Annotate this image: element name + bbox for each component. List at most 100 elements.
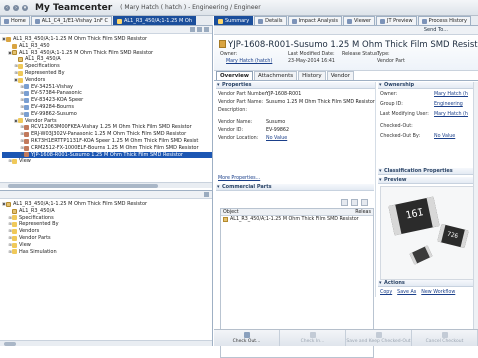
send-to-button[interactable]: Send To... (424, 27, 448, 33)
tab-process-history[interactable]: Process History (417, 16, 471, 25)
action-copy[interactable]: Copy (380, 290, 392, 295)
tab-icon (291, 18, 297, 24)
tab-jt-preview[interactable]: JT Preview (376, 16, 417, 25)
tree-node[interactable]: ▣ AL1_R3_450/A;1-1.25 M Ohm Thick Film SM… (2, 50, 212, 57)
horizontal-scrollbar[interactable] (0, 182, 212, 188)
tree-node[interactable]: ⊞ Specifications (2, 63, 212, 70)
ownership-value[interactable]: Mary Hatch (h (434, 112, 468, 117)
tree-node[interactable]: ⊞ YJP-1608-R001-Susumo 1.25 M Ohm Thick F… (2, 151, 212, 159)
action-new-workflow[interactable]: New Workflow (421, 290, 455, 295)
tree-node[interactable]: ⊞ Vendor Parts (2, 235, 212, 242)
tree-node[interactable]: ▣ AL1_R3_450/A;1-1.25 M Ohm Thick Film SM… (2, 36, 212, 43)
tree-node-label: AL1_R3_450/A (19, 207, 55, 214)
view-tab-overview[interactable]: Overview (216, 71, 253, 80)
ownership-value[interactable]: Mary Hatch (h (434, 92, 468, 97)
tree-node[interactable]: ▣ Vendors (2, 77, 212, 84)
tree-node[interactable]: ⊞ Vendors (2, 228, 212, 235)
back-icon[interactable]: ‹ (4, 4, 10, 11)
classification-heading[interactable]: Classification Properties (378, 168, 478, 175)
pane-menu-icon[interactable] (204, 192, 209, 197)
ownership-value[interactable]: No Value (434, 134, 455, 139)
ownership-value[interactable]: Engineering (434, 102, 463, 107)
bottom-button-0[interactable]: Check Out... (214, 330, 280, 346)
tree-node[interactable]: AL1_R3_450/A (2, 208, 212, 215)
tree-node-label: Represented By (19, 221, 59, 228)
scroll-thumb-bottom[interactable] (4, 342, 16, 346)
tree-node-label: EV-57384-Panasonic (31, 90, 82, 97)
tree-node-label: Has Simulation (19, 248, 57, 255)
tree-node[interactable]: ⊞ Has Simulation (2, 249, 212, 256)
tree-node[interactable]: ⊞ View (2, 242, 212, 249)
actions-heading[interactable]: Actions (378, 280, 478, 287)
tree-node[interactable]: ⊞ EV-99862-Susumo (2, 111, 212, 118)
expand-icon[interactable] (197, 27, 202, 32)
left-tab[interactable]: Home (0, 16, 30, 25)
property-label: Vendor Name: (218, 120, 253, 125)
tree-node[interactable]: ⊞ ERJ-W03J302V-Panasonic 1.25 M Ohm Thick… (2, 131, 212, 138)
bottom-button-2[interactable]: Save and Keep Checked-Out (346, 330, 412, 346)
tree-node[interactable]: ⊞ Represented By (2, 221, 212, 228)
menu-icon[interactable] (204, 27, 209, 32)
dropdown-icon[interactable]: ▾ (22, 4, 28, 11)
tree-node-label: Vendor Parts (25, 117, 57, 124)
tab-label: AL1_C4_1/E1-Vishay 1nF C (41, 18, 108, 24)
table-row[interactable]: AL1_R3_450/A;1-1.25 M Ohm Thick Film SMD… (221, 216, 373, 223)
tree-node-label: AL1_R3_450 (19, 42, 50, 49)
tree-node[interactable]: ⊞ Represented By (2, 70, 212, 77)
forward-icon[interactable]: › (13, 4, 19, 11)
left-tab[interactable]: AL1_R3_450/A;1-1.25 M Oh (112, 16, 197, 25)
structure-tree: ▣ AL1_R3_450/A;1-1.25 M Ohm Thick Film SM… (0, 34, 212, 165)
properties-heading[interactable]: Properties (216, 82, 375, 89)
bottom-button-3[interactable]: Cancel Checkout (412, 330, 478, 346)
tree-node[interactable]: AL1_R3_450 (2, 43, 212, 50)
property-value[interactable]: No Value (266, 136, 287, 141)
action-save-as[interactable]: Save As (397, 290, 416, 295)
tree-node[interactable]: ⊞ EV-34251-Vishay (2, 84, 212, 91)
button-label: Save and Keep Checked-Out (346, 339, 411, 344)
tree-node[interactable]: ▣ AL1_R3_450/A;1-1.25 M Ohm Thick Film SM… (2, 201, 212, 208)
property-label: Vendor Location: (218, 136, 259, 141)
object-title: YJP-1608-R001-Susumo 1.25 M Ohm Thick Fi… (228, 40, 478, 50)
tree-node[interactable]: AL1_R3_450/A (2, 56, 212, 63)
remove-icon[interactable] (351, 199, 358, 206)
tab-icon (347, 18, 352, 24)
column-release[interactable]: Releas (355, 209, 371, 216)
vertical-scrollbar[interactable] (473, 82, 478, 329)
add-icon[interactable] (341, 199, 348, 206)
preview-heading[interactable]: Preview (378, 177, 478, 184)
bottom-button-1[interactable]: Check In... (280, 330, 346, 346)
folder-icon (12, 222, 17, 228)
options-icon[interactable] (361, 199, 368, 206)
horizontal-scrollbar-bottom[interactable] (0, 340, 212, 346)
collapse-icon[interactable] (190, 27, 195, 32)
commercial-parts-heading[interactable]: Commercial Parts (216, 184, 374, 191)
tree-node[interactable]: ⊞ EV-83423-KOA Speer (2, 97, 212, 104)
part-icon (24, 145, 29, 151)
view-tab-vendor[interactable]: Vendor (326, 71, 355, 80)
more-properties-link[interactable]: More Properties... (218, 176, 260, 181)
tree-node[interactable]: ⊞ RCV12063M00FKEA-Vishay 1.25 M Ohm Thick… (2, 124, 212, 131)
column-object[interactable]: Object (223, 210, 239, 215)
view-tab-attachments[interactable]: Attachments (254, 71, 298, 80)
tree-node[interactable]: ▣ Vendor Parts (2, 118, 212, 125)
tree-node[interactable]: ⊞ View (2, 158, 212, 165)
tree-node[interactable]: ⊞ CRM2512-FX-1000ELF-Bourns 1.25 M Ohm Th… (2, 145, 212, 152)
folder-icon (12, 159, 17, 165)
properties-column: Properties Vendor Part Number:YJP-1608-R… (216, 82, 376, 358)
property-label: Description: (218, 108, 247, 113)
tree-node[interactable]: ⊞ EV-49284-Bourns (2, 104, 212, 111)
tree-node[interactable]: ⊞ Specifications (2, 215, 212, 222)
tab-impact-analysis[interactable]: Impact Analysis (287, 16, 342, 25)
tab-summary[interactable]: Summary (214, 16, 254, 25)
resistor-image-tiny (409, 245, 433, 265)
tab-viewer[interactable]: Viewer (343, 16, 375, 25)
ownership-heading[interactable]: Ownership (378, 82, 478, 89)
owner-link[interactable]: Mary Hatch (hatch) (226, 59, 272, 64)
tree-node[interactable]: ⊞ EV-57384-Panasonic (2, 90, 212, 97)
left-tab[interactable]: AL1_C4_1/E1-Vishay 1nF C (30, 16, 112, 25)
tree-node[interactable]: ⊞ RK73H1ERTTP1131F-KOA Speer 1.25 M Ohm T… (2, 138, 212, 145)
scroll-thumb[interactable] (8, 184, 158, 188)
view-tab-history[interactable]: History (298, 71, 326, 80)
tab-details[interactable]: Details (254, 16, 287, 25)
tab-label: Viewer (354, 18, 371, 24)
